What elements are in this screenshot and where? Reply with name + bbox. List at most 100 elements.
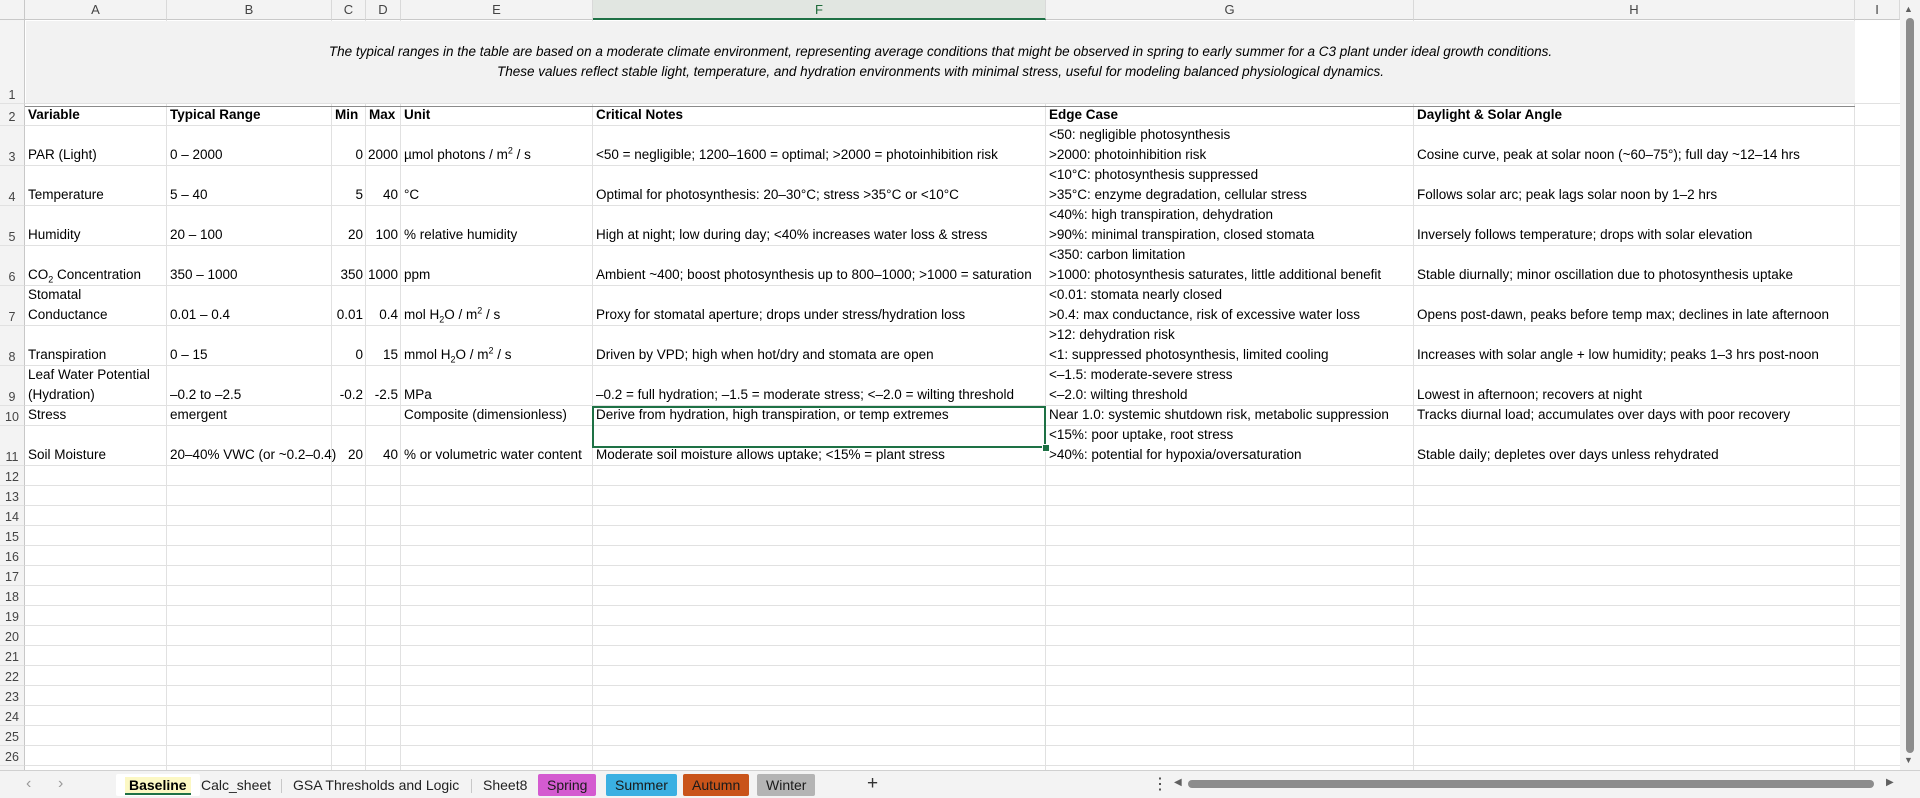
variable-cell[interactable]: CO2 Concentration: [25, 246, 167, 286]
row-header[interactable]: 10: [0, 406, 25, 426]
vertical-scrollbar[interactable]: ▲ ▼: [1900, 0, 1920, 770]
edge-case-cell[interactable]: <10°C: photosynthesis suppressed >35°C: e…: [1046, 166, 1414, 206]
scroll-right-icon[interactable]: ▶: [1886, 777, 1894, 788]
min-cell[interactable]: 0: [332, 326, 366, 366]
min-cell[interactable]: 350: [332, 246, 366, 286]
column-header[interactable]: H: [1414, 0, 1855, 20]
row-header[interactable]: 8: [0, 326, 25, 366]
edge-case-cell[interactable]: <350: carbon limitation >1000: photosynth…: [1046, 246, 1414, 286]
row-header[interactable]: 12: [0, 466, 25, 486]
sheet-tab[interactable]: Spring: [538, 774, 597, 796]
variable-cell[interactable]: Soil Moisture: [25, 426, 167, 466]
typical-range-cell[interactable]: 0 – 15: [167, 326, 332, 366]
row-header[interactable]: 25: [0, 726, 25, 746]
unit-cell[interactable]: mol H2O / m2 / s: [401, 286, 593, 326]
unit-cell[interactable]: MPa: [401, 366, 593, 406]
critical-notes-cell[interactable]: Optimal for photosynthesis: 20–30°C; str…: [593, 166, 1046, 206]
sheet-tab[interactable]: Baseline: [116, 774, 200, 796]
typical-range-cell[interactable]: 0 – 2000: [167, 126, 332, 166]
column-header[interactable]: G: [1046, 0, 1414, 20]
row-header[interactable]: 3: [0, 126, 25, 166]
horizontal-scrollbar[interactable]: ◀ ▶: [1170, 776, 1894, 792]
row-header[interactable]: 21: [0, 646, 25, 666]
max-cell[interactable]: 100: [366, 206, 401, 246]
unit-cell[interactable]: Composite (dimensionless): [401, 406, 593, 426]
edge-case-cell[interactable]: <50: negligible photosynthesis >2000: pho…: [1046, 126, 1414, 166]
header-typical-range[interactable]: Typical Range: [167, 104, 332, 126]
critical-notes-cell[interactable]: <50 = negligible; 1200–1600 = optimal; >…: [593, 126, 1046, 166]
min-cell[interactable]: 20: [332, 206, 366, 246]
sheet-tab[interactable]: GSA Thresholds and Logic: [284, 774, 468, 796]
scroll-up-icon[interactable]: ▲: [1904, 4, 1913, 14]
header-daylight-solar-angle[interactable]: Daylight & Solar Angle: [1414, 104, 1855, 126]
column-header[interactable]: I: [1855, 0, 1900, 20]
row-header[interactable]: 2: [0, 104, 25, 126]
daylight-cell[interactable]: Stable daily; depletes over days unless …: [1414, 426, 1855, 466]
variable-cell[interactable]: Stress: [25, 406, 167, 426]
row-header[interactable]: 19: [0, 606, 25, 626]
row-header[interactable]: 15: [0, 526, 25, 546]
fill-handle[interactable]: [1042, 444, 1050, 452]
row-header[interactable]: 5: [0, 206, 25, 246]
max-cell[interactable]: 40: [366, 166, 401, 206]
row-header[interactable]: 6: [0, 246, 25, 286]
column-header[interactable]: D: [366, 0, 401, 20]
critical-notes-cell[interactable]: Proxy for stomatal aperture; drops under…: [593, 286, 1046, 326]
header-variable[interactable]: Variable: [25, 104, 167, 126]
scroll-down-icon[interactable]: ▼: [1904, 755, 1913, 765]
spreadsheet-grid[interactable]: ABCDEFGHI 1 2 3 4 5 6 7 8 9 10 11 12 13 14 15 16 17 18 19 2…: [0, 0, 1920, 770]
row-header[interactable]: 18: [0, 586, 25, 606]
critical-notes-cell[interactable]: High at night; low during day; <40% incr…: [593, 206, 1046, 246]
header-max[interactable]: Max: [366, 104, 401, 126]
typical-range-cell[interactable]: –0.2 to –2.5: [167, 366, 332, 406]
header-min[interactable]: Min: [332, 104, 366, 126]
edge-case-cell[interactable]: Near 1.0: systemic shutdown risk, metabo…: [1046, 406, 1414, 426]
chevron-left-icon[interactable]: ‹: [26, 775, 31, 793]
daylight-cell[interactable]: Opens post-dawn, peaks before temp max; …: [1414, 286, 1855, 326]
row-header[interactable]: 17: [0, 566, 25, 586]
header-critical-notes[interactable]: Critical Notes: [593, 104, 1046, 126]
typical-range-cell[interactable]: 20 – 100: [167, 206, 332, 246]
daylight-cell[interactable]: Lowest in afternoon; recovers at night: [1414, 366, 1855, 406]
chevron-right-icon[interactable]: ›: [58, 775, 63, 793]
min-cell[interactable]: 0.01: [332, 286, 366, 326]
variable-cell[interactable]: Temperature: [25, 166, 167, 206]
column-header[interactable]: E: [401, 0, 593, 20]
select-all-corner[interactable]: [0, 0, 25, 20]
critical-notes-cell[interactable]: Driven by VPD; high when hot/dry and sto…: [593, 326, 1046, 366]
typical-range-cell[interactable]: 350 – 1000: [167, 246, 332, 286]
typical-range-cell[interactable]: 20–40% VWC (or ~0.2–0.4): [167, 426, 336, 466]
row-header[interactable]: 20: [0, 626, 25, 646]
edge-case-cell[interactable]: >12: dehydration risk <1: suppressed phot…: [1046, 326, 1414, 366]
unit-cell[interactable]: °C: [401, 166, 593, 206]
unit-cell[interactable]: % or volumetric water content: [401, 426, 593, 466]
max-cell[interactable]: 1000: [366, 246, 401, 286]
min-cell[interactable]: -0.2: [332, 366, 366, 406]
min-cell[interactable]: 0: [332, 126, 366, 166]
variable-cell[interactable]: Leaf Water Potential (Hydration): [25, 366, 167, 406]
sheet-tab[interactable]: Autumn: [683, 774, 750, 796]
row-header[interactable]: 22: [0, 666, 25, 686]
max-cell[interactable]: -2.5: [366, 366, 401, 406]
daylight-cell[interactable]: Tracks diurnal load; accumulates over da…: [1414, 406, 1855, 426]
active-cell-selection[interactable]: [592, 406, 1046, 448]
row-header[interactable]: 26: [0, 746, 25, 766]
min-cell[interactable]: [332, 406, 366, 426]
unit-cell[interactable]: % relative humidity: [401, 206, 593, 246]
typical-range-cell[interactable]: 5 – 40: [167, 166, 332, 206]
max-cell[interactable]: [366, 406, 401, 426]
row-header[interactable]: 23: [0, 686, 25, 706]
unit-cell[interactable]: mmol H2O / m2 / s: [401, 326, 593, 366]
sheet-tab[interactable]: Winter: [757, 774, 816, 796]
row-header[interactable]: 14: [0, 506, 25, 526]
column-header[interactable]: C: [332, 0, 366, 20]
column-header[interactable]: A: [25, 0, 167, 20]
typical-range-cell[interactable]: emergent: [167, 406, 332, 426]
row-header[interactable]: 11: [0, 426, 25, 466]
edge-case-cell[interactable]: <–1.5: moderate-severe stress <–2.0: wilt…: [1046, 366, 1414, 406]
sheet-tab[interactable]: Summer: [606, 774, 677, 796]
plus-icon[interactable]: +: [867, 773, 878, 795]
sheet-tab[interactable]: Calc_sheet: [192, 774, 280, 796]
unit-cell[interactable]: ppm: [401, 246, 593, 286]
column-header[interactable]: B: [167, 0, 332, 20]
